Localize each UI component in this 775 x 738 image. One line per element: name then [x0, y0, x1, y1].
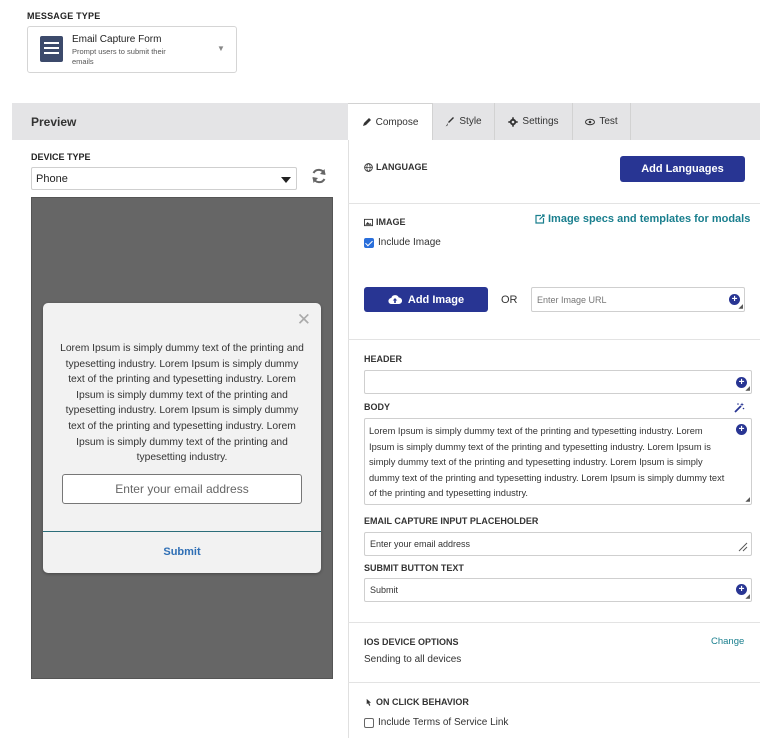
- tab-test[interactable]: Test: [573, 103, 631, 140]
- caret-down-icon: [281, 177, 291, 183]
- device-type-label: DEVICE TYPE: [31, 152, 91, 162]
- refresh-icon[interactable]: [309, 166, 329, 186]
- image-url-placeholder: Enter Image URL: [537, 295, 607, 305]
- message-type-select[interactable]: Email Capture Form Prompt users to submi…: [27, 26, 237, 73]
- resize-handle-icon[interactable]: ◢: [745, 497, 750, 503]
- resize-handle-icon[interactable]: ◢: [745, 386, 750, 392]
- onclick-label-text: ON CLICK BEHAVIOR: [376, 697, 469, 707]
- terms-checkbox[interactable]: [364, 717, 374, 728]
- submit-text-label: SUBMIT BUTTON TEXT: [364, 563, 464, 573]
- tab-compose[interactable]: Compose: [348, 103, 433, 140]
- message-type-description: Prompt users to submit their emails: [72, 47, 166, 66]
- email-capture-modal: ✕ Lorem Ipsum is simply dummy text of th…: [43, 303, 321, 573]
- image-specs-link-text: Image specs and templates for modals: [548, 213, 751, 225]
- device-type-value: Phone: [36, 173, 68, 185]
- preview-title: Preview: [31, 115, 77, 129]
- submit-text-input[interactable]: Submit + ◢: [364, 578, 752, 602]
- body-textarea-value: Lorem Ipsum is simply dummy text of the …: [369, 426, 725, 498]
- email-placeholder-label-text: EMAIL CAPTURE INPUT PLACEHOLDER: [364, 516, 539, 526]
- ios-options-label: IOS DEVICE OPTIONS: [364, 637, 459, 647]
- resize-handle-icon[interactable]: ◢: [745, 594, 750, 600]
- include-image-label: Include Image: [378, 237, 441, 248]
- add-image-label: Add Image: [407, 293, 465, 306]
- language-label: LANGUAGE: [364, 162, 428, 172]
- tab-settings-label: Settings: [522, 116, 559, 127]
- tab-settings[interactable]: Settings: [495, 103, 573, 140]
- header-label: HEADER: [364, 354, 402, 364]
- panel-divider: [348, 140, 349, 738]
- globe-icon: [364, 162, 373, 172]
- section-divider: [348, 622, 760, 623]
- ios-change-link[interactable]: Change: [711, 636, 744, 647]
- preview-header: Preview: [12, 103, 348, 140]
- or-separator: OR: [501, 294, 518, 306]
- image-label: IMAGE: [364, 217, 406, 227]
- body-textarea[interactable]: Lorem Ipsum is simply dummy text of the …: [364, 418, 752, 505]
- terms-label: Include Terms of Service Link: [378, 717, 509, 728]
- add-image-button[interactable]: Add Image: [364, 287, 488, 312]
- tab-bar: Compose Style Settings Test: [348, 103, 760, 140]
- close-icon[interactable]: ✕: [297, 311, 311, 328]
- modal-submit-button[interactable]: Submit: [43, 546, 321, 558]
- email-placeholder-value: Enter your email address: [370, 539, 471, 549]
- language-label-text: LANGUAGE: [376, 162, 428, 172]
- tab-compose-label: Compose: [375, 116, 419, 128]
- submit-text-label-text: SUBMIT BUTTON TEXT: [364, 563, 464, 573]
- section-divider: [348, 203, 760, 204]
- email-placeholder-input[interactable]: Enter your email address: [364, 532, 752, 556]
- device-type-select[interactable]: Phone: [31, 167, 297, 190]
- message-type-title: Email Capture Form: [72, 34, 162, 45]
- tab-test-label: Test: [599, 116, 618, 127]
- section-divider: [348, 682, 760, 683]
- eye-icon: [585, 118, 596, 125]
- image-icon: [364, 218, 373, 226]
- tab-style[interactable]: Style: [433, 103, 495, 140]
- image-label-text: IMAGE: [376, 217, 406, 227]
- submit-text-value: Submit: [370, 585, 399, 595]
- chevron-down-icon: ▼: [217, 44, 225, 53]
- brush-icon: [445, 116, 455, 126]
- email-placeholder-label: EMAIL CAPTURE INPUT PLACEHOLDER: [364, 516, 538, 526]
- gear-icon: [508, 116, 519, 127]
- image-specs-link[interactable]: Image specs and templates for modals: [535, 213, 750, 225]
- include-image-row: Include Image: [364, 237, 441, 248]
- cloud-upload-icon: [388, 295, 402, 305]
- header-label-text: HEADER: [364, 354, 403, 364]
- terms-row: Include Terms of Service Link: [364, 717, 508, 728]
- include-image-checkbox[interactable]: [364, 237, 374, 248]
- pencil-icon: [362, 118, 371, 126]
- form-icon: [40, 36, 63, 62]
- magic-wand-icon[interactable]: [733, 402, 745, 414]
- ios-options-label-text: IOS DEVICE OPTIONS: [364, 637, 459, 647]
- header-input[interactable]: + ◢: [364, 370, 752, 394]
- message-type-label: MESSAGE TYPE: [27, 11, 101, 21]
- resize-handle-icon[interactable]: [738, 542, 748, 552]
- onclick-label: ON CLICK BEHAVIOR: [364, 697, 469, 707]
- resize-handle-icon[interactable]: ◢: [738, 304, 743, 310]
- modal-body-text: Lorem Ipsum is simply dummy text of the …: [60, 343, 304, 464]
- ios-options-value: Sending to all devices: [364, 654, 462, 665]
- image-url-input[interactable]: Enter Image URL + ◢: [531, 287, 745, 312]
- section-divider: [348, 339, 760, 340]
- modal-divider: [43, 531, 321, 532]
- plus-circle-icon[interactable]: +: [736, 424, 747, 435]
- external-link-icon: [535, 214, 545, 224]
- add-languages-button[interactable]: Add Languages: [620, 156, 745, 182]
- body-label-text: BODY: [364, 402, 391, 412]
- tab-style-label: Style: [459, 116, 482, 127]
- body-label: BODY: [364, 402, 390, 412]
- modal-email-input[interactable]: Enter your email address: [62, 474, 302, 504]
- pointer-icon: [366, 698, 372, 706]
